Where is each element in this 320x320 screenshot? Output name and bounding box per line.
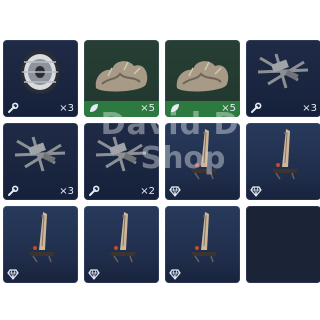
inventory-slot-empty[interactable]	[246, 206, 320, 283]
inventory-slot-scrap[interactable]: ×3	[3, 123, 78, 200]
fur-item-image	[165, 40, 240, 100]
wrench-icon	[7, 102, 19, 114]
scrap-item-image	[246, 40, 320, 100]
glider-item-image	[165, 206, 240, 266]
inventory-slot-tire[interactable]: ×3	[3, 40, 78, 117]
item-count: ×2	[140, 186, 155, 197]
wrench-icon	[88, 185, 100, 197]
item-count: ×5	[221, 103, 236, 114]
inventory-slot-glider[interactable]	[246, 123, 320, 200]
item-count: ×5	[140, 103, 155, 114]
wrench-icon	[7, 185, 19, 197]
inventory-slot-scrap[interactable]: ×2	[84, 123, 159, 200]
diamond-icon	[250, 185, 262, 197]
diamond-icon	[7, 268, 19, 280]
scrap-item-image	[84, 123, 159, 183]
inventory-grid: ×3 ×5 ×5 ×3 ×3 ×2	[3, 40, 320, 284]
inventory-slot-fur[interactable]: ×5	[84, 40, 159, 117]
item-count: ×3	[302, 103, 317, 114]
inventory-slot-glider[interactable]	[165, 123, 240, 200]
wrench-icon	[250, 102, 262, 114]
inventory-slot-scrap[interactable]: ×3	[246, 40, 320, 117]
inventory-slot-glider[interactable]	[165, 206, 240, 283]
inventory-slot-glider[interactable]	[84, 206, 159, 283]
inventory-slot-fur[interactable]: ×5	[165, 40, 240, 117]
item-count: ×3	[59, 186, 74, 197]
glider-item-image	[3, 206, 78, 266]
glider-item-image	[84, 206, 159, 266]
glider-item-image	[246, 123, 320, 183]
leaf-icon	[88, 102, 100, 114]
tire-item-image	[3, 40, 78, 100]
inventory-slot-glider[interactable]	[3, 206, 78, 283]
diamond-icon	[169, 268, 181, 280]
glider-item-image	[165, 123, 240, 183]
leaf-icon	[169, 102, 181, 114]
diamond-icon	[88, 268, 100, 280]
fur-item-image	[84, 40, 159, 100]
item-count: ×3	[59, 103, 74, 114]
diamond-icon	[169, 185, 181, 197]
scrap-item-image	[3, 123, 78, 183]
